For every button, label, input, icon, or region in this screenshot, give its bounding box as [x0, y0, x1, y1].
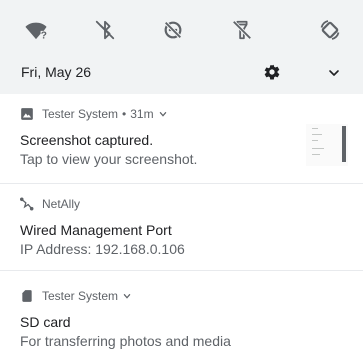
notification-header: NetAlly: [20, 196, 80, 212]
notification-wired-port[interactable]: NetAlly Wired Management Port IP Address…: [0, 184, 363, 266]
screenshot-thumbnail[interactable]: [306, 124, 348, 166]
notification-title: Screenshot captured.: [20, 132, 154, 148]
image-icon: [20, 107, 34, 121]
flashlight-tile[interactable]: [224, 12, 260, 48]
notification-title: SD card: [20, 314, 71, 330]
do-not-disturb-off-icon: [162, 19, 184, 41]
notification-time: 31m: [130, 107, 154, 121]
app-name: NetAlly: [42, 197, 81, 211]
do-not-disturb-tile[interactable]: [155, 12, 191, 48]
bluetooth-tile[interactable]: [87, 12, 123, 48]
svg-text:?: ?: [41, 30, 47, 41]
sd-card-icon: [20, 289, 34, 303]
bluetooth-off-icon: [94, 19, 116, 41]
notification-text: IP Address: 192.168.0.106: [20, 241, 185, 257]
auto-rotate-icon: [318, 18, 342, 42]
notification-text: Tap to view your screenshot.: [20, 151, 198, 167]
flashlight-off-icon: [231, 19, 253, 41]
app-name: Tester System: [42, 289, 119, 303]
quick-settings-tiles: ?: [0, 12, 363, 48]
date-label: Fri, May 26: [21, 64, 92, 80]
header-separator: •: [122, 107, 127, 121]
wifi-tile[interactable]: ?: [18, 12, 54, 48]
notification-title: Wired Management Port: [20, 222, 172, 238]
notification-text: For transferring photos and media: [20, 333, 231, 349]
gear-icon[interactable]: [263, 63, 281, 81]
network-icon: [20, 197, 34, 211]
notification-shade: ? Fri, May 26 Tester System • 31m Screen…: [0, 0, 363, 355]
auto-rotate-tile[interactable]: [312, 12, 348, 48]
chevron-down-icon[interactable]: [122, 291, 132, 301]
notification-sd-card[interactable]: Tester System SD card For transferring p…: [0, 276, 363, 355]
divider: [0, 270, 363, 271]
quick-settings-footer: Fri, May 26: [0, 60, 363, 86]
notification-screenshot[interactable]: Tester System • 31m Screenshot captured.…: [0, 94, 363, 178]
notification-header: Tester System • 31m: [20, 106, 168, 122]
wifi-unknown-icon: ?: [25, 19, 47, 41]
notification-header: Tester System: [20, 288, 132, 304]
app-name: Tester System: [42, 107, 119, 121]
chevron-down-icon[interactable]: [158, 109, 168, 119]
quick-settings-panel: ? Fri, May 26: [0, 0, 363, 94]
chevron-down-icon[interactable]: [326, 65, 342, 81]
